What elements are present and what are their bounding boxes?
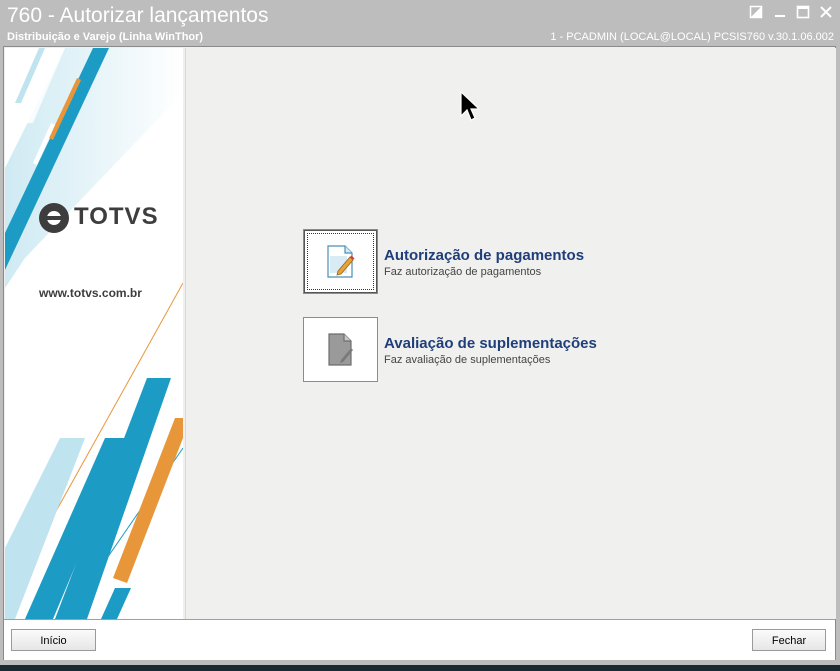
document-gray-icon	[328, 333, 353, 366]
close-icon[interactable]	[818, 5, 834, 21]
options-panel: Autorização de pagamentos Faz autorizaçã…	[185, 48, 836, 619]
main-frame: TOTVS www.totvs.com.br Autorização de pa…	[3, 46, 836, 660]
option-description: Faz autorização de pagamentos	[384, 266, 542, 278]
autorizacao-pagamentos-button[interactable]	[303, 229, 378, 294]
window-subtitle: Distribuição e Varejo (Linha WinThor)	[7, 31, 204, 43]
document-edit-icon	[327, 245, 355, 278]
option-description: Faz avaliação de suplementações	[384, 354, 551, 366]
minimize-icon[interactable]	[772, 5, 788, 21]
footer-bar: Início Fechar	[4, 619, 835, 660]
totvs-logo: TOTVS	[38, 200, 158, 236]
maximize-icon[interactable]	[795, 5, 811, 21]
mouse-cursor-icon	[460, 91, 479, 121]
option-avaliacao-suplementacoes[interactable]: Avaliação de suplementações Faz avaliaçã…	[303, 317, 623, 383]
user-info: 1 - PCADMIN (LOCAL@LOCAL) PCSIS760 v.30.…	[550, 31, 834, 43]
avaliacao-suplementacoes-button[interactable]	[303, 317, 378, 382]
restore-icon[interactable]	[748, 5, 764, 21]
close-button[interactable]: Fechar	[752, 629, 826, 651]
website-link: www.totvs.com.br	[39, 286, 142, 300]
banner-graphic	[5, 48, 183, 619]
totvs-logo-icon	[39, 203, 69, 233]
option-autorizacao-pagamentos[interactable]: Autorização de pagamentos Faz autorizaçã…	[303, 229, 623, 295]
title-bar: 760 - Autorizar lançamentos Distribuição…	[0, 0, 840, 46]
option-title[interactable]: Autorização de pagamentos	[384, 247, 584, 264]
brand-name: TOTVS	[74, 203, 159, 230]
window-title: 760 - Autorizar lançamentos	[7, 4, 269, 27]
app-window: 760 - Autorizar lançamentos Distribuição…	[0, 0, 840, 665]
start-button[interactable]: Início	[11, 629, 96, 651]
totvs-banner: TOTVS www.totvs.com.br	[5, 48, 183, 619]
option-title[interactable]: Avaliação de suplementações	[384, 335, 597, 352]
